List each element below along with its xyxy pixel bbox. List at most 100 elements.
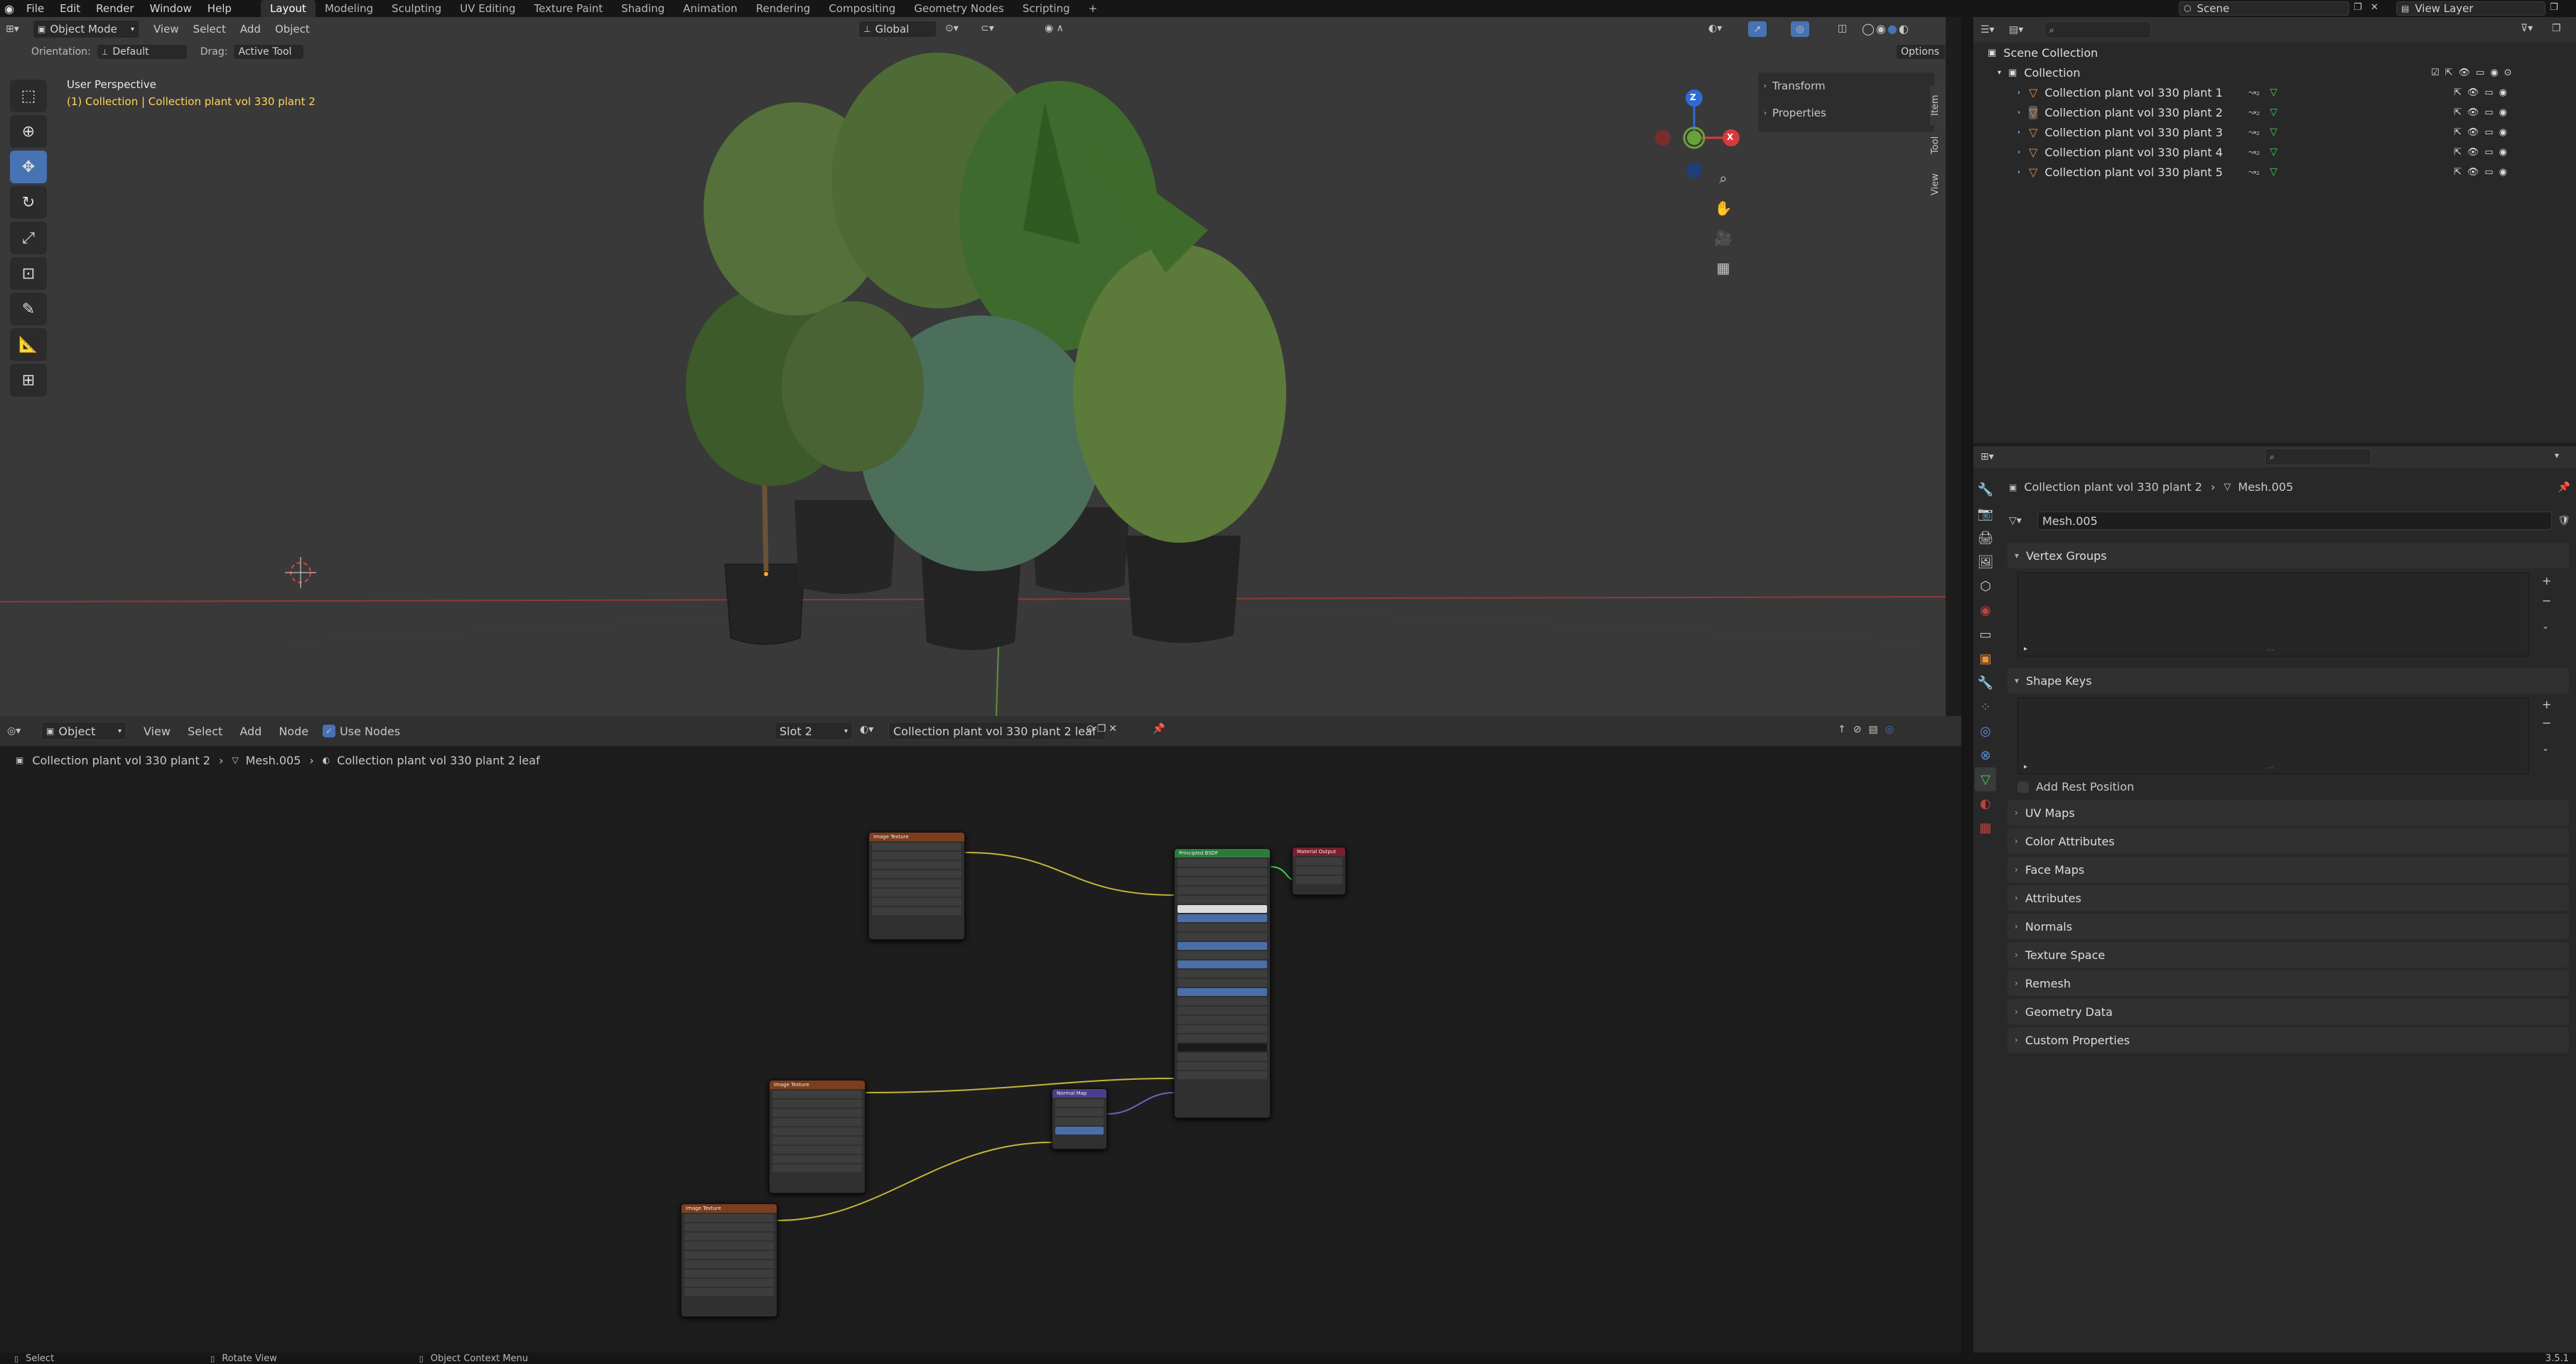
gizmo-toggle-icon[interactable]: ↗ bbox=[1748, 21, 1767, 37]
new-scene-icon[interactable]: ❐ bbox=[2354, 2, 2362, 13]
node-field[interactable] bbox=[1295, 857, 1342, 865]
mesh-data-tab-icon[interactable]: ▽ bbox=[1975, 767, 1996, 791]
add-shape-key-button[interactable]: + bbox=[2542, 698, 2551, 711]
fake-user-icon[interactable]: 🛡 bbox=[2558, 515, 2570, 526]
overlay-toggle-icon[interactable]: ◎ bbox=[1791, 21, 1809, 37]
options-dropdown[interactable]: Options bbox=[1896, 44, 1946, 60]
hand-pan-icon[interactable]: ✋ bbox=[1713, 193, 1734, 223]
node-field[interactable] bbox=[1177, 1053, 1267, 1061]
image-texture-node-2[interactable]: Image Texture bbox=[769, 1080, 866, 1194]
node-field[interactable] bbox=[1177, 1044, 1267, 1051]
node-field[interactable] bbox=[684, 1242, 774, 1250]
object-toggles-icon[interactable]: ⇱👁▭◉ bbox=[2454, 167, 2513, 178]
menu-edit[interactable]: Edit bbox=[52, 2, 88, 15]
node-field[interactable] bbox=[772, 1090, 862, 1098]
node-field[interactable] bbox=[772, 1146, 862, 1154]
resize-handle-icon[interactable]: ⋯ bbox=[2267, 646, 2274, 654]
tab-modeling[interactable]: Modeling bbox=[316, 0, 382, 17]
sidebar-tab-item[interactable]: Item bbox=[1930, 85, 1946, 125]
add-rest-position-checkbox[interactable] bbox=[2017, 781, 2029, 793]
node-field[interactable] bbox=[872, 889, 961, 897]
view-layer-tab-icon[interactable]: 🖼 bbox=[1975, 550, 1996, 574]
viewport-menu-select[interactable]: Select bbox=[186, 23, 233, 36]
chevron-down-icon[interactable]: ▾ bbox=[2555, 450, 2559, 460]
outliner-type-icon[interactable]: ☰▾ bbox=[1980, 24, 2009, 36]
annotate-icon[interactable]: ✎ bbox=[10, 293, 47, 325]
node-field[interactable] bbox=[684, 1251, 774, 1259]
image-texture-node-1[interactable]: Image Texture bbox=[868, 832, 965, 940]
panel-custom-properties[interactable]: › Custom Properties bbox=[2008, 1027, 2569, 1053]
node-field[interactable] bbox=[1177, 1062, 1267, 1070]
menu-render[interactable]: Render bbox=[88, 2, 141, 15]
mesh-browse-icon[interactable]: ▽▾ bbox=[2009, 515, 2037, 526]
sidebar-transform[interactable]: › Transform bbox=[1758, 72, 1934, 99]
panel-uv-maps[interactable]: › UV Maps bbox=[2008, 800, 2569, 826]
drag-dropdown[interactable]: Active Tool bbox=[233, 44, 305, 60]
node-field[interactable] bbox=[1295, 867, 1342, 875]
collection-toggles-icon[interactable]: ☑⇱👁▭◉⊙ bbox=[2431, 67, 2518, 78]
node-field[interactable] bbox=[872, 879, 961, 887]
node-field[interactable] bbox=[1055, 1099, 1104, 1107]
orientation-dropdown[interactable]: ⊥ Default bbox=[96, 44, 188, 60]
node-field[interactable] bbox=[1177, 960, 1267, 968]
node-field[interactable] bbox=[772, 1137, 862, 1144]
outliner-item[interactable]: › ▽ Collection plant vol 330 plant 1 ↝₂ … bbox=[1973, 82, 2576, 102]
node-field[interactable] bbox=[1295, 876, 1342, 884]
object-toggles-icon[interactable]: ⇱👁▭◉ bbox=[2454, 147, 2513, 158]
vertex-groups-list[interactable]: ▸ ⋯ bbox=[2017, 573, 2529, 656]
rotate-icon[interactable]: ↻ bbox=[10, 186, 47, 219]
panel-color-attributes[interactable]: › Color Attributes bbox=[2008, 828, 2569, 854]
mode-dropdown[interactable]: ▣ Object Mode ▾ bbox=[33, 20, 139, 38]
node-field[interactable] bbox=[872, 907, 961, 915]
shape-keys-list[interactable]: ▸ ⋯ bbox=[2017, 698, 2529, 774]
shading-modes-icon[interactable]: ◯◉●◐ bbox=[1862, 22, 1910, 36]
tab-rendering[interactable]: Rendering bbox=[747, 0, 820, 17]
pin-icon[interactable]: 📌 bbox=[2558, 482, 2570, 493]
node-field[interactable] bbox=[772, 1100, 862, 1108]
node-field[interactable] bbox=[1177, 997, 1267, 1005]
zoom-icon[interactable]: ⌕ bbox=[1713, 163, 1734, 193]
add-workspace-button[interactable]: + bbox=[1079, 0, 1107, 17]
add-cube-icon[interactable]: ⊞ bbox=[10, 364, 47, 396]
outliner-item[interactable]: › ▽ Collection plant vol 330 plant 2 ↝₂ … bbox=[1973, 102, 2576, 122]
sidebar-properties[interactable]: › Properties bbox=[1758, 99, 1934, 126]
node-field[interactable] bbox=[684, 1233, 774, 1240]
panel-vertex-groups[interactable]: ▾ Vertex Groups bbox=[2008, 543, 2569, 568]
node-field[interactable] bbox=[1177, 933, 1267, 941]
chevron-right-icon[interactable]: ▸ bbox=[2024, 763, 2027, 771]
node-field[interactable] bbox=[1177, 942, 1267, 950]
remove-shape-key-button[interactable]: − bbox=[2542, 716, 2551, 730]
new-view-layer-icon[interactable]: ❐ bbox=[2550, 2, 2558, 13]
editor-type-icon[interactable]: ⊞▾ bbox=[6, 23, 33, 35]
tab-sculpting[interactable]: Sculpting bbox=[382, 0, 451, 17]
remove-vertex-group-button[interactable]: − bbox=[2542, 594, 2551, 607]
node-field[interactable] bbox=[1177, 877, 1267, 885]
normal-map-node[interactable]: Normal Map bbox=[1052, 1088, 1107, 1149]
viewport-menu-view[interactable]: View bbox=[146, 23, 186, 36]
node-field[interactable] bbox=[772, 1164, 862, 1172]
node-field[interactable] bbox=[1177, 970, 1267, 978]
node-field[interactable] bbox=[1177, 1034, 1267, 1042]
panel-attributes[interactable]: › Attributes bbox=[2008, 885, 2569, 911]
viewport-menu-add[interactable]: Add bbox=[233, 23, 268, 36]
node-field[interactable] bbox=[1055, 1117, 1104, 1125]
panel-remesh[interactable]: › Remesh bbox=[2008, 970, 2569, 996]
menu-help[interactable]: Help bbox=[200, 2, 239, 15]
transform-orientation-dropdown[interactable]: ⊥ Global bbox=[858, 21, 937, 38]
world-tab-icon[interactable]: ◉ bbox=[1975, 598, 1996, 622]
node-field[interactable] bbox=[1177, 951, 1267, 959]
add-rest-position-row[interactable]: Add Rest Position bbox=[2017, 780, 2134, 794]
pivot-point-icon[interactable]: ⊙▾ bbox=[945, 23, 959, 34]
menu-window[interactable]: Window bbox=[142, 2, 200, 15]
node-field[interactable] bbox=[872, 843, 961, 850]
node-field[interactable] bbox=[1177, 979, 1267, 987]
node-field[interactable] bbox=[684, 1214, 774, 1222]
scene-selector[interactable]: ⬡ Scene bbox=[2179, 1, 2349, 16]
node-field[interactable] bbox=[872, 870, 961, 878]
node-field[interactable] bbox=[1177, 896, 1267, 904]
output-tab-icon[interactable]: 🖨 bbox=[1975, 526, 1996, 550]
move-icon[interactable]: ✥ bbox=[10, 151, 47, 183]
node-field[interactable] bbox=[1177, 1025, 1267, 1033]
node-field[interactable] bbox=[772, 1155, 862, 1163]
render-tab-icon[interactable]: 📷 bbox=[1975, 502, 1996, 526]
